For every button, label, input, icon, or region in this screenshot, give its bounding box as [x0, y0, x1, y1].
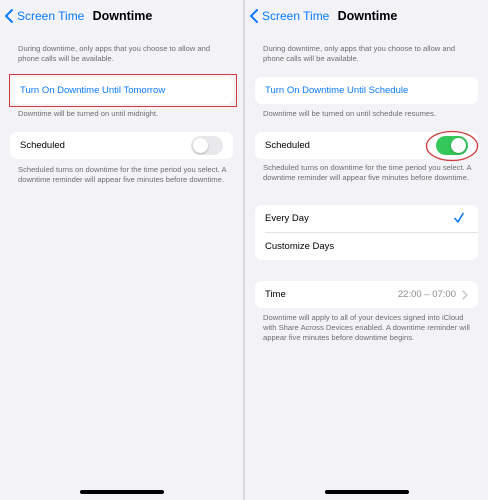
back-button[interactable]: Screen Time [249, 9, 329, 23]
chevron-right-icon [462, 290, 468, 300]
time-label: Time [265, 289, 286, 300]
time-row[interactable]: Time 22:00 – 07:00 [255, 281, 478, 308]
checkmark-icon [454, 212, 464, 223]
turn-on-downtime-button[interactable]: Turn On Downtime Until Schedule [255, 77, 478, 104]
downtime-intro-text: During downtime, only apps that you choo… [263, 44, 456, 63]
time-card: Time 22:00 – 07:00 [255, 281, 478, 308]
back-label: Screen Time [262, 9, 330, 23]
chevron-left-icon [250, 9, 258, 23]
scheduled-toggle[interactable] [191, 136, 223, 155]
days-card: Every Day Customize Days [255, 205, 478, 260]
scheduled-note: Scheduled turns on downtime for the time… [263, 163, 472, 182]
every-day-label: Every Day [265, 213, 309, 224]
time-value: 22:00 – 07:00 [397, 289, 456, 300]
customize-days-option[interactable]: Customize Days [255, 233, 478, 260]
highlight-annotation [9, 74, 237, 107]
customize-days-label: Customize Days [265, 241, 335, 252]
back-button[interactable]: Screen Time [4, 9, 84, 23]
turn-on-note: Downtime will be turned on until schedul… [263, 109, 437, 118]
nav-bar: Screen Time Downtime [245, 0, 488, 34]
scheduled-card: Scheduled [10, 132, 233, 159]
home-indicator [79, 490, 164, 494]
back-label: Screen Time [17, 9, 85, 23]
scheduled-note: Scheduled turns on downtime for the time… [18, 165, 227, 184]
scheduled-label: Scheduled [265, 140, 310, 151]
left-screen: Screen Time Downtime During downtime, on… [0, 0, 243, 500]
turn-on-card: Turn On Downtime Until Schedule [255, 77, 478, 104]
downtime-intro-text: During downtime, only apps that you choo… [18, 44, 211, 63]
time-note: Downtime will apply to all of your devic… [263, 313, 470, 342]
nav-bar: Screen Time Downtime [0, 0, 243, 34]
toggle-knob [193, 138, 208, 153]
scheduled-row: Scheduled [10, 132, 233, 159]
turn-on-note: Downtime will be turned on until midnigh… [18, 109, 159, 118]
scheduled-label: Scheduled [20, 140, 65, 151]
home-indicator [324, 490, 409, 494]
every-day-option[interactable]: Every Day [255, 205, 478, 232]
highlight-annotation [425, 130, 479, 162]
chevron-left-icon [5, 9, 13, 23]
right-screen: Screen Time Downtime During downtime, on… [245, 0, 488, 500]
